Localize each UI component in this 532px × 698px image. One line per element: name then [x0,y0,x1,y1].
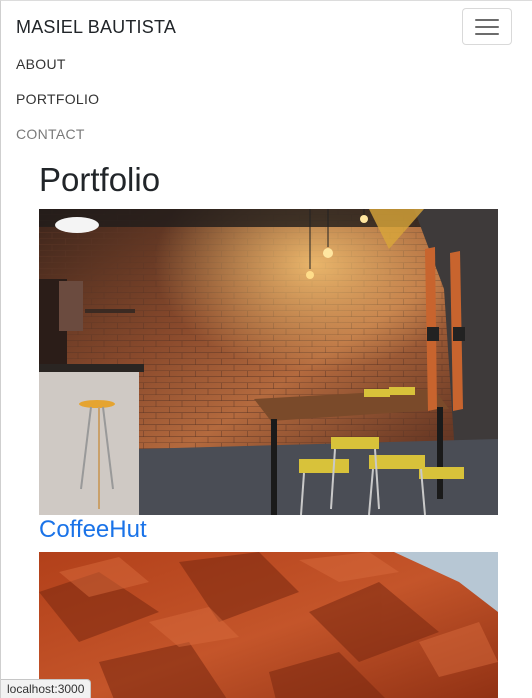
portfolio-heading: Portfolio [39,161,161,198]
red-rock-photo[interactable] [39,552,498,698]
navbar-toggler-button[interactable] [462,8,512,45]
project-title-coffeehut[interactable]: CoffeeHut [39,516,147,544]
page: MASIEL BAUTISTA ABOUT PORTFOLIO CONTACT … [0,0,532,698]
nav-link-contact[interactable]: CONTACT [16,125,99,160]
cafe-interior-photo[interactable] [39,209,498,515]
navbar: MASIEL BAUTISTA ABOUT PORTFOLIO CONTACT [1,1,532,151]
nav-menu: ABOUT PORTFOLIO CONTACT [16,55,99,160]
status-bar-url: localhost:3000 [1,679,92,698]
nav-link-portfolio[interactable]: PORTFOLIO [16,90,99,125]
hamburger-icon [475,18,499,36]
nav-link-about[interactable]: ABOUT [16,55,99,90]
brand-link[interactable]: MASIEL BAUTISTA [16,17,176,38]
